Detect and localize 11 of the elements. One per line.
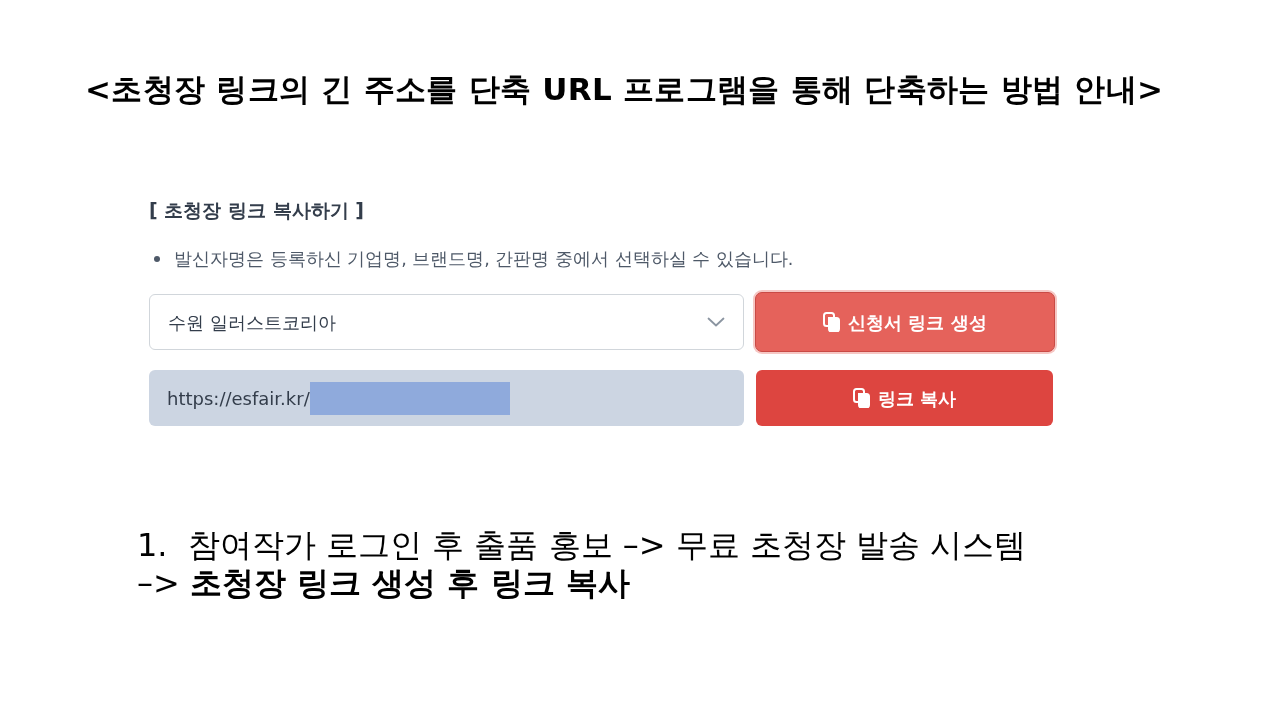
copy-icon: [852, 388, 870, 408]
copy-link-button[interactable]: 링크 복사: [756, 370, 1053, 426]
chevron-down-icon: [707, 317, 725, 327]
slide-title: <초청장 링크의 긴 주소를 단축 URL 프로그램을 통해 단축하는 방법 안내>: [85, 70, 1165, 108]
bullet-icon: [154, 256, 160, 262]
sender-dropdown[interactable]: 수원 일러스트코리아: [149, 294, 744, 350]
link-field[interactable]: https://esfair.kr/: [149, 370, 744, 426]
step-text: 1. 참여작가 로그인 후 출품 홍보 –> 무료 초청장 발송 시스템 –> 초청장 링크 생성 후 링크 복사: [137, 526, 1028, 602]
section-heading: [ 초청장 링크 복사하기 ]: [149, 198, 365, 222]
copy-icon: [823, 312, 841, 332]
note-text: 발신자명은 등록하신 기업명, 브랜드명, 간판명 중에서 선택하실 수 있습니다.: [174, 248, 794, 271]
